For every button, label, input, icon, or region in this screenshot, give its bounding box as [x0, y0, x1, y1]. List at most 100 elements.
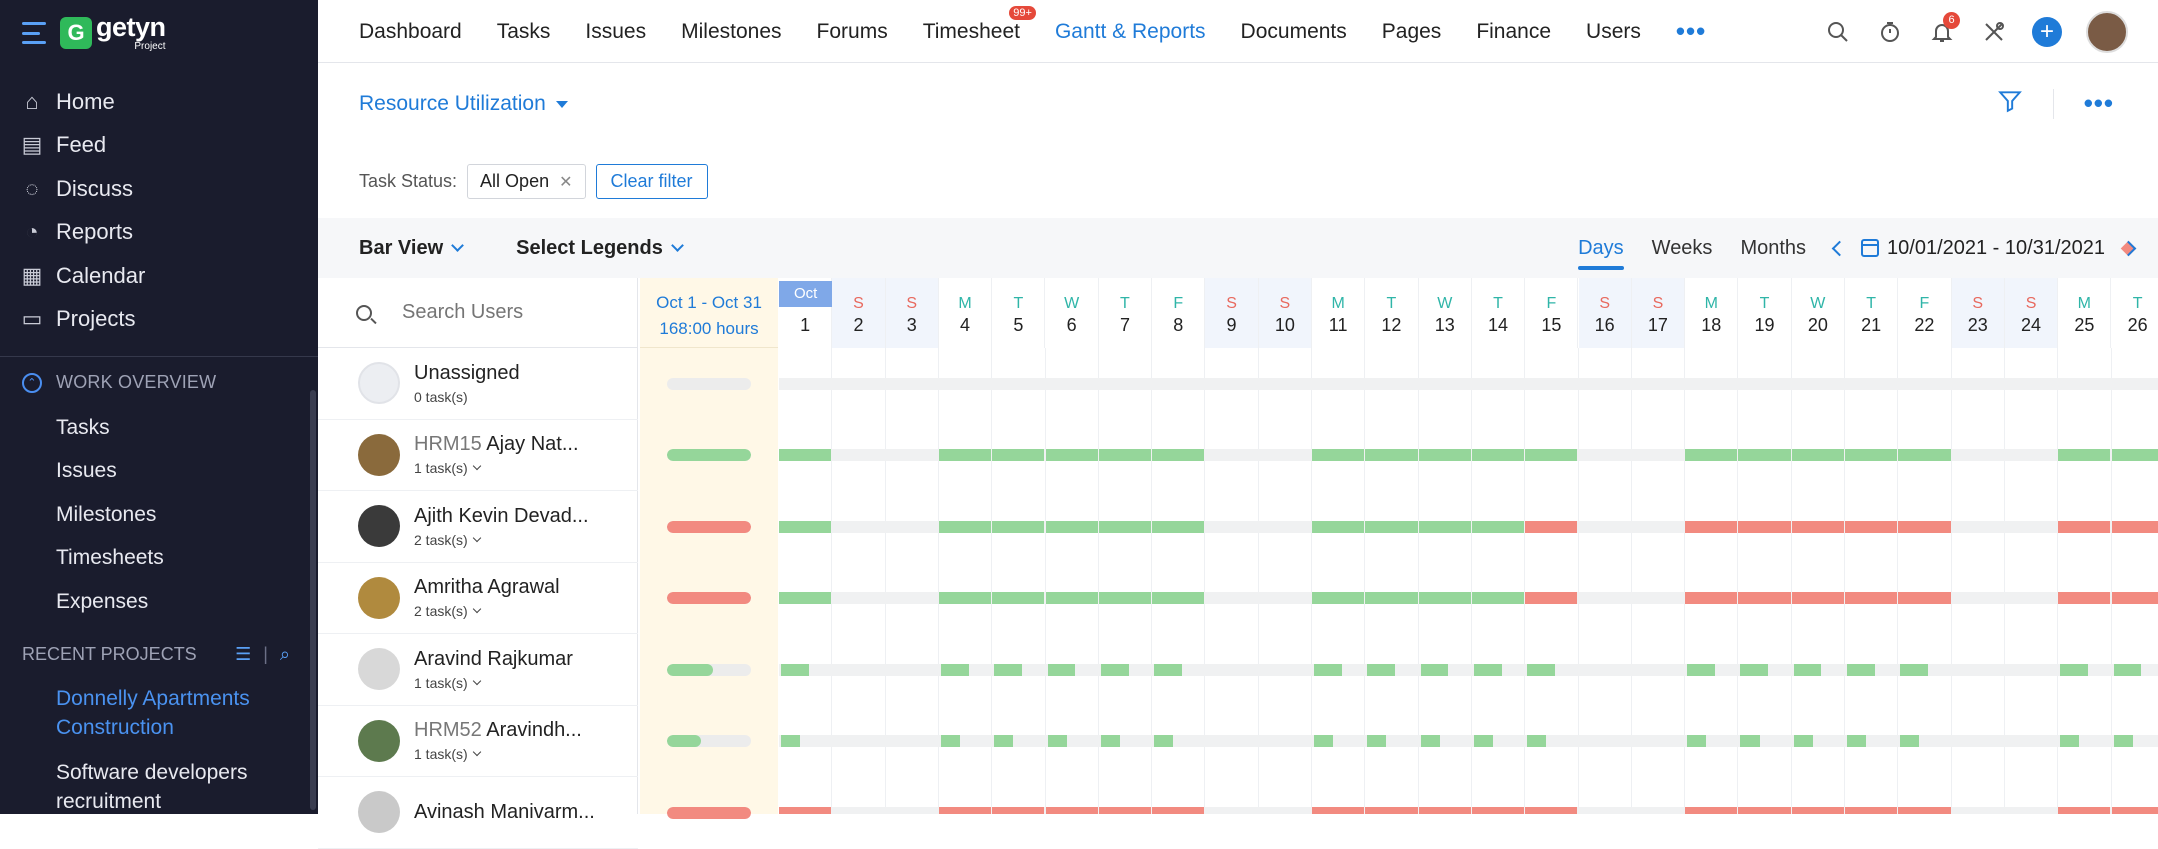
- utilization-cell[interactable]: [939, 449, 991, 461]
- utilization-cell[interactable]: [1738, 521, 1790, 533]
- utilization-cell[interactable]: [1740, 664, 1768, 676]
- utilization-cell[interactable]: [1152, 592, 1204, 604]
- utilization-cell[interactable]: [1312, 449, 1364, 461]
- utilization-cell[interactable]: [992, 807, 1044, 814]
- utilization-cell[interactable]: [1312, 521, 1364, 533]
- user-row[interactable]: HRM52 Aravindh...1 task(s): [318, 706, 638, 778]
- utilization-cell[interactable]: [1046, 449, 1098, 461]
- utilization-cell[interactable]: [1152, 521, 1204, 533]
- utilization-cell[interactable]: [1101, 735, 1120, 747]
- tab-dashboard[interactable]: Dashboard: [359, 20, 462, 44]
- utilization-cell[interactable]: [2058, 521, 2110, 533]
- utilization-cell[interactable]: [1740, 735, 1759, 747]
- utilization-cell[interactable]: [1152, 807, 1204, 814]
- utilization-cell[interactable]: [994, 735, 1013, 747]
- utilization-cell[interactable]: [1419, 521, 1471, 533]
- utilization-cell[interactable]: [1898, 592, 1950, 604]
- utilization-cell[interactable]: [1419, 449, 1471, 461]
- utilization-cell[interactable]: [1898, 521, 1950, 533]
- utilization-cell[interactable]: [1154, 735, 1173, 747]
- utilization-cell[interactable]: [2058, 449, 2110, 461]
- utilization-cell[interactable]: [1152, 449, 1204, 461]
- utilization-cell[interactable]: [1421, 664, 1449, 676]
- utilization-cell[interactable]: [992, 449, 1044, 461]
- utilization-cell[interactable]: [1845, 807, 1897, 814]
- recent-project-item[interactable]: Donnelly Apartments Construction: [56, 684, 296, 742]
- utilization-cell[interactable]: [1365, 592, 1417, 604]
- utilization-cell[interactable]: [1738, 807, 1790, 814]
- utilization-cell[interactable]: [1847, 664, 1875, 676]
- scale-tab-days[interactable]: Days: [1578, 218, 1624, 278]
- utilization-cell[interactable]: [1685, 807, 1737, 814]
- task-count[interactable]: 1 task(s): [414, 460, 579, 476]
- work-overview-header[interactable]: ⌃ WORK OVERVIEW: [22, 372, 216, 393]
- utilization-cell[interactable]: [1048, 664, 1076, 676]
- user-row[interactable]: Avinash Manivarm...: [318, 777, 638, 849]
- utilization-cell[interactable]: [1046, 592, 1098, 604]
- utilization-cell[interactable]: [1794, 664, 1822, 676]
- utilization-cell[interactable]: [1312, 592, 1364, 604]
- user-avatar[interactable]: [2086, 11, 2128, 53]
- utilization-cell[interactable]: [1525, 521, 1577, 533]
- utilization-cell[interactable]: [1847, 735, 1866, 747]
- utilization-cell[interactable]: [2058, 807, 2110, 814]
- utilization-cell[interactable]: [1525, 449, 1577, 461]
- utilization-cell[interactable]: [1900, 664, 1928, 676]
- utilization-cell[interactable]: [1101, 664, 1129, 676]
- sidebar-item-projects[interactable]: ▭Projects: [22, 298, 145, 342]
- clear-filter-button[interactable]: Clear filter: [596, 164, 708, 199]
- sidebar-item-reports[interactable]: ◔Reports: [22, 211, 145, 255]
- utilization-cell[interactable]: [1419, 807, 1471, 814]
- add-new-button[interactable]: +: [2032, 17, 2062, 47]
- tab-tasks[interactable]: Tasks: [497, 20, 551, 44]
- logo[interactable]: getyn Project: [96, 14, 166, 52]
- filter-icon[interactable]: [1997, 88, 2023, 119]
- menu-toggle-icon[interactable]: [22, 22, 48, 44]
- utilization-cell[interactable]: [1099, 449, 1151, 461]
- utilization-cell[interactable]: [1900, 735, 1919, 747]
- remove-filter-icon[interactable]: ✕: [559, 172, 572, 192]
- legends-dropdown[interactable]: Select Legends: [516, 237, 682, 260]
- utilization-cell[interactable]: [1099, 521, 1151, 533]
- utilization-cell[interactable]: [1474, 664, 1502, 676]
- utilization-cell[interactable]: [1792, 521, 1844, 533]
- utilization-cell[interactable]: [1527, 664, 1555, 676]
- utilization-cell[interactable]: [1845, 521, 1897, 533]
- tab-users[interactable]: Users: [1586, 20, 1641, 44]
- utilization-cell[interactable]: [1099, 807, 1151, 814]
- utilization-cell[interactable]: [1365, 807, 1417, 814]
- utilization-cell[interactable]: [939, 521, 991, 533]
- work-overview-item[interactable]: Tasks: [56, 406, 164, 450]
- sidebar-item-home[interactable]: ⌂Home: [22, 80, 145, 124]
- tab-gantt-reports[interactable]: Gantt & Reports: [1055, 20, 1206, 44]
- tab-milestones[interactable]: Milestones: [681, 20, 781, 44]
- calendar-icon[interactable]: [1861, 239, 1879, 257]
- status-filter-chip[interactable]: All Open ✕: [467, 164, 585, 199]
- utilization-cell[interactable]: [1687, 735, 1706, 747]
- utilization-cell[interactable]: [1685, 449, 1737, 461]
- scale-tab-weeks[interactable]: Weeks: [1652, 218, 1713, 278]
- sidebar-item-feed[interactable]: ▤Feed: [22, 124, 145, 168]
- filter-settings-icon[interactable]: ☰: [235, 644, 251, 665]
- utilization-cell[interactable]: [781, 664, 809, 676]
- utilization-cell[interactable]: [2112, 807, 2158, 814]
- tools-icon[interactable]: [1980, 18, 2008, 46]
- utilization-cell[interactable]: [1525, 592, 1577, 604]
- utilization-cell[interactable]: [1738, 592, 1790, 604]
- utilization-cell[interactable]: [1314, 735, 1333, 747]
- utilization-cell[interactable]: [781, 735, 800, 747]
- utilization-cell[interactable]: [1419, 592, 1471, 604]
- utilization-cell[interactable]: [1472, 592, 1524, 604]
- utilization-cell[interactable]: [1898, 449, 1950, 461]
- next-range-icon[interactable]: [2121, 240, 2137, 256]
- utilization-cell[interactable]: [1687, 664, 1715, 676]
- utilization-cell[interactable]: [1792, 449, 1844, 461]
- utilization-cell[interactable]: [1472, 521, 1524, 533]
- utilization-cell[interactable]: [1845, 449, 1897, 461]
- utilization-cell[interactable]: [2114, 735, 2133, 747]
- utilization-cell[interactable]: [1365, 521, 1417, 533]
- utilization-cell[interactable]: [2112, 449, 2158, 461]
- more-tabs-icon[interactable]: •••: [1676, 16, 1706, 47]
- utilization-cell[interactable]: [1527, 735, 1546, 747]
- utilization-cell[interactable]: [939, 807, 991, 814]
